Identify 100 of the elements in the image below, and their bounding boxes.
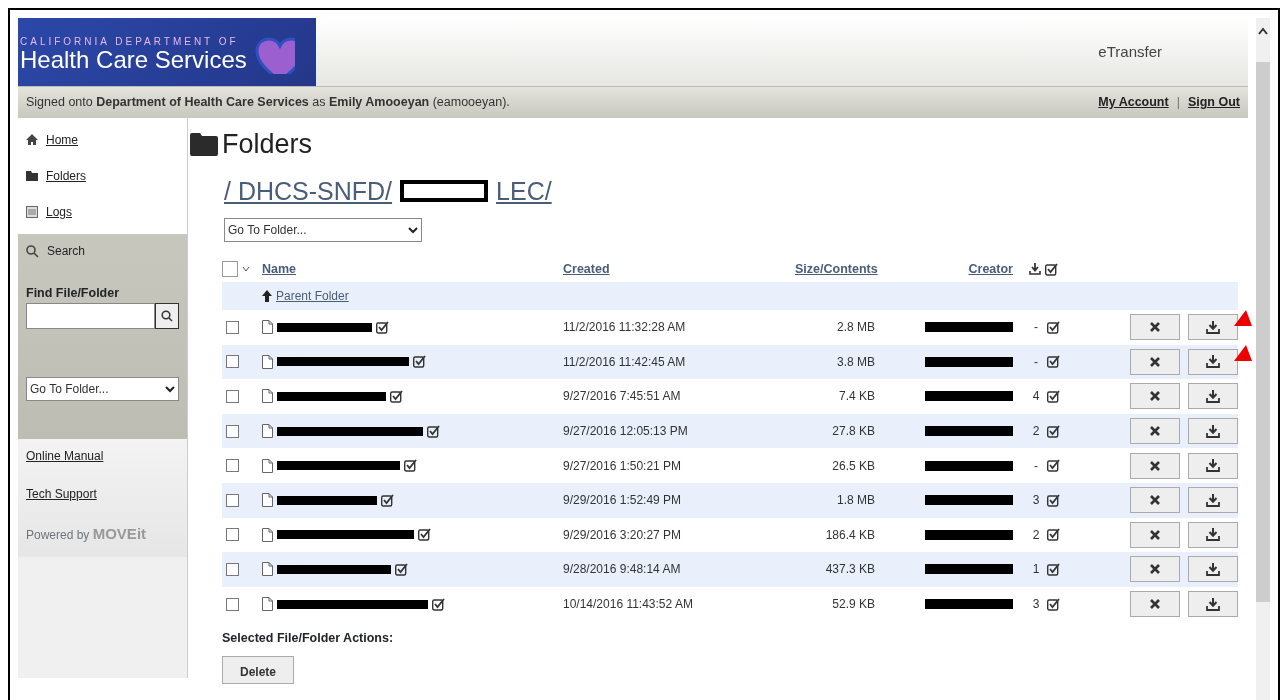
size-cell-text: 437.3 KB — [824, 561, 875, 579]
account-link[interactable]: Sign Out — [1187, 93, 1240, 112]
close-icon — [1150, 356, 1160, 367]
download-count: 3 — [1031, 596, 1041, 614]
download-button[interactable] — [1188, 383, 1238, 410]
download-button[interactable] — [1188, 487, 1238, 514]
delete-button[interactable] — [1130, 556, 1180, 583]
checkbox-icon — [376, 320, 389, 334]
delete-button[interactable] — [1130, 487, 1180, 514]
delete-button[interactable] — [1130, 314, 1180, 341]
delete-button[interactable]: Delete — [222, 656, 294, 685]
created-cell-text: 9/29/2016 3:20:27 PM — [563, 526, 683, 544]
created-cell-text: 9/27/2016 1:50:21 PM — [563, 457, 683, 475]
delete-button[interactable] — [1130, 418, 1180, 445]
app-name: eTransfer — [1098, 41, 1163, 62]
download-count: 2 — [1031, 423, 1041, 441]
download-icon — [1206, 390, 1220, 403]
column-header[interactable]: Size/Contents — [795, 259, 875, 279]
logo-title: Health Care Services — [20, 46, 247, 74]
search-button[interactable] — [155, 302, 179, 329]
download-count: 4 — [1031, 388, 1041, 406]
row-checkbox[interactable] — [226, 528, 239, 542]
file-icon — [262, 389, 273, 404]
download-button[interactable] — [1188, 314, 1238, 341]
delete-button[interactable] — [1130, 591, 1180, 618]
download-icon — [1029, 262, 1041, 275]
download-icon — [1206, 528, 1220, 542]
download-button[interactable] — [1188, 591, 1238, 618]
parent-folder-link[interactable]: Parent Folder — [276, 287, 349, 305]
download-icon — [1206, 493, 1220, 507]
created-cell-text: 11/2/2016 11:42:45 AM — [563, 353, 687, 371]
row-checkbox[interactable] — [226, 597, 239, 611]
select-all-checkbox[interactable] — [222, 261, 238, 277]
created-cell-text: 10/14/2016 11:43:52 AM — [563, 596, 694, 614]
download-icon — [1206, 597, 1220, 611]
checkbox-icon — [1045, 262, 1058, 276]
download-count: - — [1033, 457, 1039, 475]
help-link[interactable]: Online Manual — [26, 447, 179, 465]
signed-in-text: Signed onto Department of Health Care Services as Emily Amooeyan (eamooeyan). — [26, 94, 510, 112]
scrollbar[interactable] — [1256, 18, 1270, 700]
checkbox-icon — [390, 390, 403, 403]
column-header[interactable]: Name — [262, 259, 563, 279]
download-count: - — [1033, 353, 1039, 371]
delete-button[interactable] — [1130, 452, 1180, 479]
account-link[interactable]: My Account — [1098, 93, 1169, 112]
download-button[interactable] — [1188, 556, 1238, 583]
row-checkbox[interactable] — [226, 493, 239, 507]
checkbox-icon — [432, 597, 445, 611]
file-icon — [262, 597, 273, 612]
download-button[interactable] — [1188, 348, 1238, 375]
sidebar-item[interactable]: Folders — [26, 158, 179, 194]
caret-icon[interactable] — [242, 266, 250, 272]
search-icon — [161, 309, 173, 322]
search-field[interactable] — [26, 302, 155, 329]
row-checkbox[interactable] — [226, 355, 239, 369]
size-cell-text: 2.8 MB — [836, 319, 875, 337]
row-checkbox[interactable] — [226, 390, 239, 403]
checkbox-icon — [427, 424, 440, 438]
download-count: 3 — [1031, 492, 1041, 510]
download-icon — [1206, 355, 1220, 369]
checkbox-icon — [381, 493, 394, 507]
column-header[interactable]: Created — [563, 259, 795, 279]
sidebar-item[interactable]: Home — [26, 122, 179, 158]
checkbox-icon — [1047, 597, 1060, 611]
delete-button[interactable] — [1130, 383, 1180, 410]
folder-icon — [26, 170, 38, 182]
download-button[interactable] — [1188, 418, 1238, 445]
size-cell-text: 1.8 MB — [836, 492, 875, 510]
sidebar-item[interactable]: Logs — [26, 194, 179, 230]
file-icon — [262, 527, 273, 542]
close-icon — [1150, 426, 1160, 437]
checkbox-icon — [1047, 459, 1060, 473]
folder-dropdown[interactable]: Go To Folder... — [224, 218, 422, 242]
row-checkbox[interactable] — [226, 424, 239, 438]
checkbox-icon — [1047, 320, 1060, 334]
breadcrumb-link[interactable]: LEC/ — [496, 172, 552, 210]
size-cell-text: 52.9 KB — [831, 596, 875, 614]
row-checkbox[interactable] — [226, 320, 239, 334]
checkbox-icon — [1047, 424, 1060, 438]
help-link[interactable]: Tech Support — [26, 485, 179, 503]
download-icon — [1206, 320, 1220, 334]
created-cell-text: 9/29/2016 1:52:49 PM — [563, 492, 683, 510]
folder-dropdown[interactable]: Go To Folder... — [26, 376, 179, 401]
moveit-logo: MOVEit — [92, 525, 147, 542]
find-label: Find File/Folder — [26, 285, 121, 302]
checkbox-icon — [404, 459, 417, 473]
download-count: - — [1033, 319, 1039, 337]
download-count: 1 — [1031, 561, 1041, 579]
delete-button[interactable] — [1130, 521, 1180, 548]
download-button[interactable] — [1188, 452, 1238, 479]
download-button[interactable] — [1188, 521, 1238, 548]
delete-button[interactable] — [1130, 348, 1180, 375]
row-checkbox[interactable] — [226, 459, 239, 473]
close-icon — [1150, 564, 1160, 575]
close-icon — [1150, 529, 1160, 540]
scrollbar-thumb[interactable] — [1256, 62, 1270, 602]
breadcrumb-link[interactable]: / DHCS-SNFD/ — [224, 172, 393, 210]
download-icon — [1206, 562, 1220, 576]
file-icon — [262, 493, 273, 508]
row-checkbox[interactable] — [226, 562, 239, 576]
